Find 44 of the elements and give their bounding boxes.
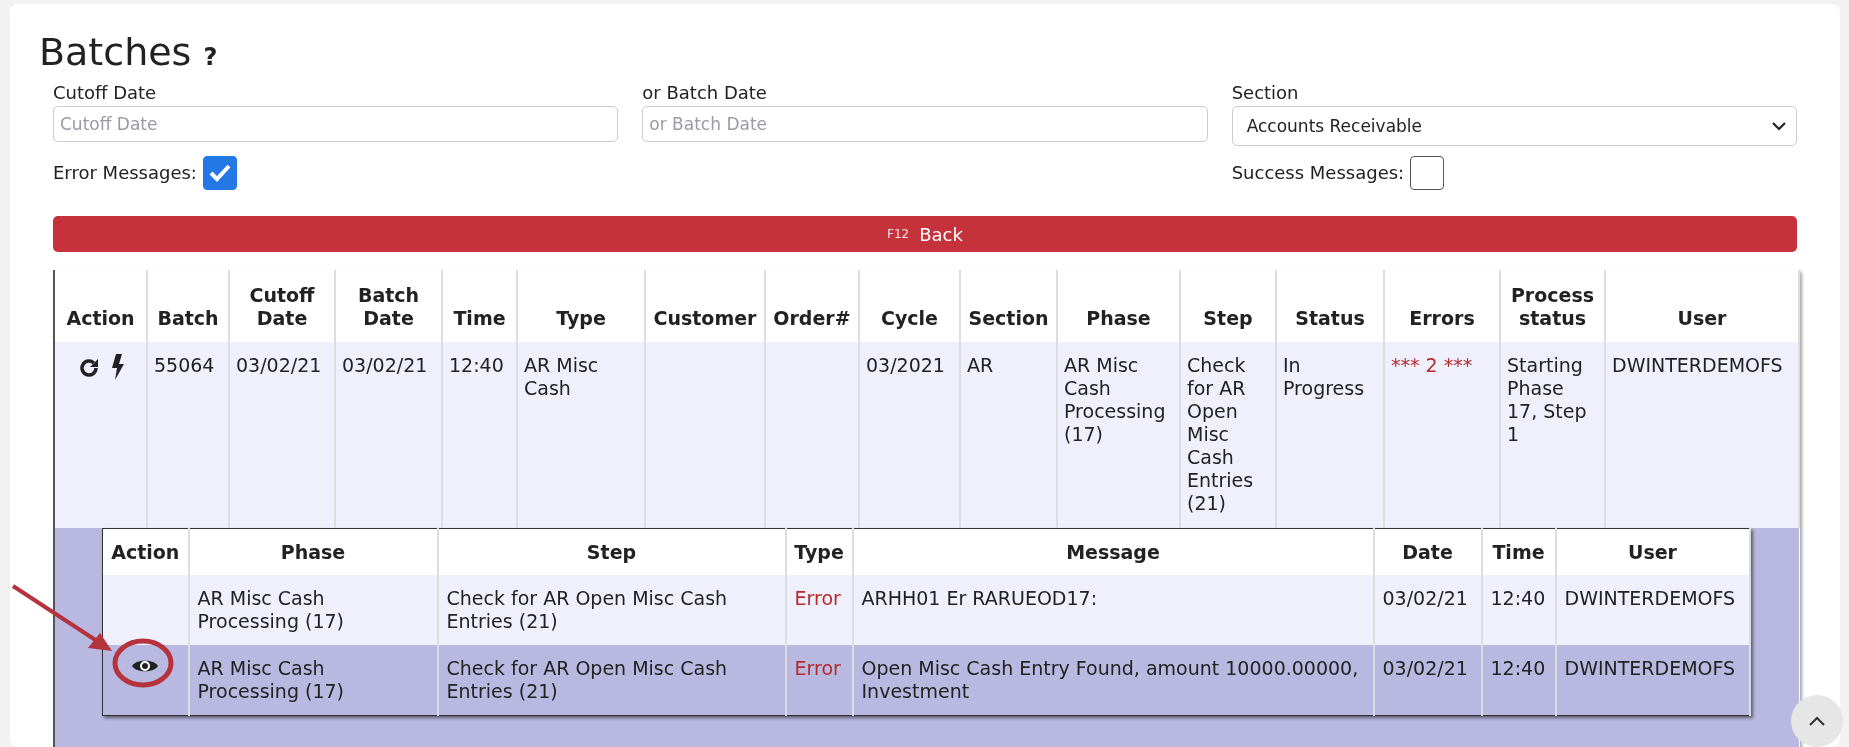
field-label: Section [1231, 81, 1300, 105]
table-cell: AR Misc Cash Processing (17) [188, 645, 438, 716]
column-header: User [1555, 528, 1750, 575]
table-cell: DWINTERDEMOFS [1555, 645, 1750, 716]
column-header: Message [852, 528, 1374, 575]
column-header: Step [437, 528, 786, 575]
column-header: Date [1373, 528, 1482, 575]
field-label: Cutoff Date [53, 81, 158, 105]
message-row[interactable]: AR Misc Cash Processing (17) Check for AR Open Misc Cash Entries (21) Error ARHH01 Er RARUEOD17: 03/02/21 12:40 DWINTERDEMOFS [102, 575, 1750, 645]
page-title: Batches [39, 30, 192, 74]
column-header: Type [785, 528, 853, 575]
column-header: User [1605, 270, 1799, 342]
back-button[interactable]: F12 Back [53, 216, 1797, 252]
column-header: Action [54, 270, 147, 342]
error-cell: Error [785, 645, 853, 716]
column-header: Order# [765, 270, 859, 342]
table-cell: 12:40 [1481, 645, 1556, 716]
column-header: Process status [1500, 270, 1605, 342]
help-link[interactable]: ? [203, 43, 218, 71]
batch-date-field[interactable]: or Batch Date [642, 106, 1208, 142]
table-cell: 03/02/21 [1373, 645, 1482, 716]
column-header: Phase [1057, 270, 1180, 342]
column-header: Section [960, 270, 1057, 342]
column-header: Time [1481, 528, 1556, 575]
field-label: or Batch Date [642, 81, 768, 105]
column-header: Errors [1384, 270, 1500, 342]
column-header: Phase [188, 528, 438, 575]
column-header: Batch [147, 270, 229, 342]
message-row[interactable]: AR Misc Cash Processing (17) Check for AR Open Misc Cash Entries (21) Error Open Misc Cash Entry Found, amount 10000.00000, Investment 03/02/21 12:40 DWINTERDEMOFS [102, 645, 1750, 716]
column-header: Time [442, 270, 517, 342]
column-header: Step [1180, 270, 1276, 342]
table-cell: Open Misc Cash Entry Found, amount 10000.00000, Investment [852, 645, 1374, 716]
column-header: Type [517, 270, 645, 342]
checkbox-label: Error Messages: [53, 161, 197, 185]
column-header: Customer [645, 270, 765, 342]
checkbox-label: Success Messages: [1231, 161, 1405, 185]
column-header: Status [1276, 270, 1384, 342]
column-header: Action [102, 528, 189, 575]
column-header: Cycle [859, 270, 960, 342]
section-select[interactable]: Accounts Receivable [1231, 106, 1797, 146]
column-header: Batch Date [335, 270, 442, 342]
table-cell: Check for AR Open Misc Cash Entries (21) [437, 645, 786, 716]
cutoff-date-field[interactable]: Cutoff Date [53, 106, 619, 142]
column-header: Cutoff Date [229, 270, 335, 342]
